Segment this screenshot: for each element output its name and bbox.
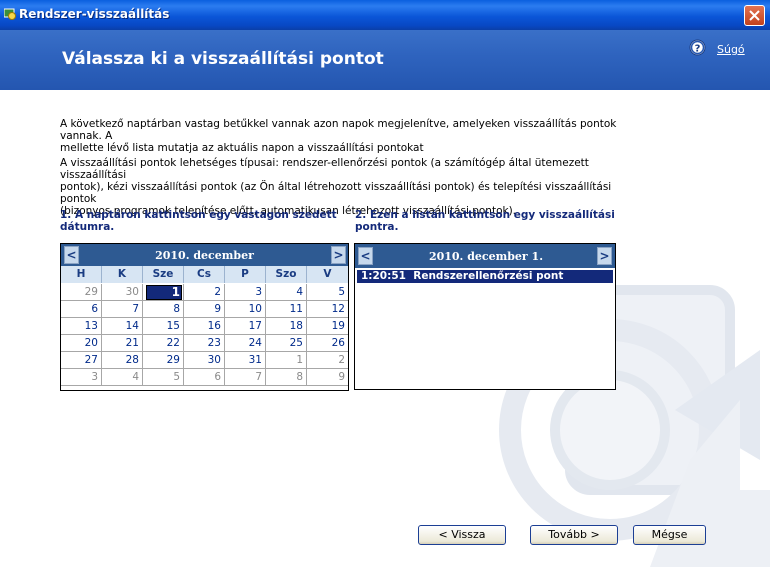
types-line: A visszaállítási pontok lehetséges típus… [60, 157, 589, 181]
wizard-header: Válassza ki a visszaállítási pontot ? Sú… [0, 30, 770, 90]
cancel-button[interactable]: Mégse [633, 525, 706, 545]
weekday-label: V [323, 268, 332, 280]
step2-line: 2. Ezen a listán kattintson egy visszaál… [355, 209, 615, 221]
calendar-day[interactable]: 5 [143, 369, 184, 386]
calendar-day[interactable]: 1 [266, 352, 307, 369]
calendar-day-selected[interactable]: 1 [143, 284, 184, 301]
calendar-day[interactable]: 4 [266, 284, 307, 301]
restore-point-time: 1:20:51 [361, 270, 406, 282]
page-title: Válassza ki a visszaállítási pontot [62, 49, 384, 69]
calendar-day[interactable]: 6 [61, 301, 102, 318]
calendar-day[interactable]: 23 [184, 335, 225, 352]
weekday-label: Sze [143, 266, 184, 283]
calendar-day[interactable]: 30 [102, 284, 143, 301]
intro-line: A következő naptárban vastag betűkkel va… [60, 118, 617, 142]
step2-line: pontra. [355, 221, 399, 233]
restore-point-list: < 2010. december 1. > 1:20:51 Rendszerel… [354, 243, 616, 390]
intro-text: A következő naptárban vastag betűkkel va… [60, 118, 630, 154]
calendar-day[interactable]: 14 [102, 318, 143, 335]
close-icon [749, 10, 760, 21]
calendar-day[interactable]: 3 [225, 284, 266, 301]
calendar-month-title: 2010. december [155, 249, 254, 262]
calendar-day[interactable]: 9 [184, 301, 225, 318]
list-header: < 2010. december 1. > [355, 244, 615, 268]
back-button[interactable]: < Vissza [418, 525, 506, 545]
calendar-day[interactable]: 4 [102, 369, 143, 386]
calendar-day-grid: 29 30 1 2 3 4 5 6 7 8 9 10 11 12 13 14 15 16 17 18 19 20 21 22 2… [61, 284, 348, 390]
list-prev-button[interactable]: < [358, 247, 373, 265]
weekday-label: H [61, 266, 102, 283]
restore-types-text: A visszaállítási pontok lehetséges típus… [60, 157, 630, 217]
question-icon[interactable]: ? [689, 39, 706, 56]
calendar-day[interactable]: 17 [225, 318, 266, 335]
calendar-next-button[interactable]: > [331, 246, 346, 264]
calendar-prev-button[interactable]: < [64, 246, 79, 264]
calendar-day[interactable]: 22 [143, 335, 184, 352]
calendar-day[interactable]: 7 [102, 301, 143, 318]
calendar-day[interactable]: 25 [266, 335, 307, 352]
list-date-title: 2010. december 1. [428, 250, 544, 263]
step1-heading: 1. A naptáron kattintson egy vastagon sz… [60, 209, 337, 233]
weekday-label: P [225, 266, 266, 283]
weekday-label: Szo [266, 266, 307, 283]
calendar-header: < 2010. december > [61, 244, 348, 266]
title-bar[interactable]: Rendszer-visszaállítás [0, 0, 770, 30]
calendar-day[interactable]: 11 [266, 301, 307, 318]
svg-text:?: ? [695, 43, 701, 54]
calendar-day[interactable]: 2 [184, 284, 225, 301]
step2-heading: 2. Ezen a listán kattintson egy visszaál… [355, 209, 615, 233]
system-restore-icon [4, 8, 16, 20]
calendar-day[interactable]: 30 [184, 352, 225, 369]
calendar-day[interactable]: 16 [184, 318, 225, 335]
calendar-day[interactable]: 27 [61, 352, 102, 369]
calendar-day[interactable]: 29 [61, 284, 102, 301]
calendar-day[interactable]: 24 [225, 335, 266, 352]
calendar-day[interactable]: 29 [143, 352, 184, 369]
calendar-day[interactable]: 21 [102, 335, 143, 352]
calendar-day[interactable]: 15 [143, 318, 184, 335]
weekday-label: Cs [184, 266, 225, 283]
calendar-day[interactable]: 7 [225, 369, 266, 386]
close-button[interactable] [744, 5, 765, 26]
calendar-day[interactable]: 3 [61, 369, 102, 386]
weekday-header-row: H K Sze Cs P Szo V [61, 266, 348, 283]
calendar-day[interactable]: 9 [307, 369, 348, 386]
calendar-day[interactable]: 13 [61, 318, 102, 335]
calendar-day[interactable]: 19 [307, 318, 348, 335]
calendar-day[interactable]: 5 [307, 284, 348, 301]
types-line: pontok), kézi visszaállítási pontok (az … [60, 181, 612, 205]
system-restore-window: Rendszer-visszaállítás Válassza ki a vis… [0, 0, 770, 567]
calendar-day[interactable]: 26 [307, 335, 348, 352]
calendar-day[interactable]: 28 [102, 352, 143, 369]
calendar-day[interactable]: 18 [266, 318, 307, 335]
calendar-day[interactable]: 10 [225, 301, 266, 318]
calendar-day[interactable]: 20 [61, 335, 102, 352]
calendar-day[interactable]: 2 [307, 352, 348, 369]
calendar-day[interactable]: 12 [307, 301, 348, 318]
step1-line: 1. A naptáron kattintson egy vastagon sz… [60, 209, 337, 221]
calendar-day[interactable]: 8 [143, 301, 184, 318]
next-button[interactable]: Tovább > [530, 525, 618, 545]
intro-line: mellette lévő lista mutatja az aktuális … [60, 142, 424, 154]
restore-point-label: Rendszerellenőrzési pont [413, 270, 564, 282]
weekday-label: K [102, 266, 143, 283]
step1-line: dátumra. [60, 221, 115, 233]
window-title: Rendszer-visszaállítás [19, 7, 170, 21]
restore-calendar: < 2010. december > H K Sze Cs P Szo V 29… [60, 243, 349, 391]
restore-point-item[interactable]: 1:20:51 Rendszerellenőrzési pont [357, 270, 613, 283]
calendar-day[interactable]: 8 [266, 369, 307, 386]
list-next-button[interactable]: > [597, 247, 612, 265]
calendar-day[interactable]: 6 [184, 369, 225, 386]
help-link[interactable]: Súgó [717, 43, 745, 56]
calendar-day[interactable]: 31 [225, 352, 266, 369]
